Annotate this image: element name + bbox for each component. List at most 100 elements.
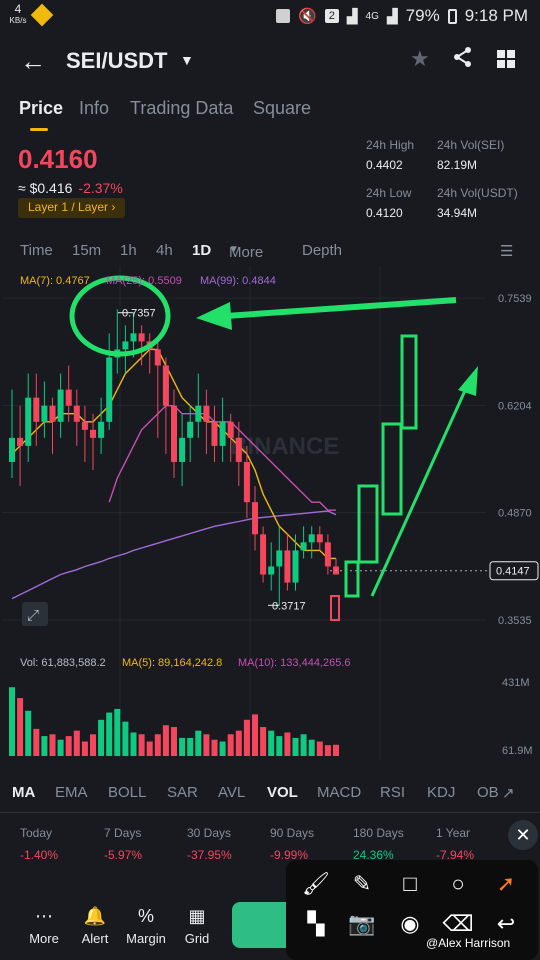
nav-more[interactable]: ⋯ More [19,906,69,946]
interval-1h[interactable]: 1h [120,242,137,259]
app-icon [276,9,291,23]
volume-bar [130,732,137,756]
chevron-right-icon: › [111,200,116,214]
ind-boll[interactable]: BOLL [108,784,146,801]
volume-bar [106,712,113,756]
vol-usdt-label: 24h Vol(USDT) [437,186,518,200]
pen-icon[interactable]: ✎ [346,868,378,900]
low-label: 24h Low [366,186,412,200]
status-bar: 4 KB/s 🔇 2 ▟ 4G ▟ 79% 9:18 PM [0,0,540,32]
indicator-settings-icon[interactable]: ↗ [502,784,515,802]
bell-icon: 🔔 [83,906,107,926]
candle-body [187,421,194,438]
candle-body [324,542,331,567]
category-tag[interactable]: Layer 1 / Layer › [18,198,126,218]
indicator-bar: MA EMA BOLL SAR AVL VOL MACD RSI KDJ OB … [0,780,540,808]
annotation-box [381,422,403,516]
ind-rsi[interactable]: RSI [380,784,405,801]
nav-grid[interactable]: ▦ Grid [172,906,222,946]
circle-icon[interactable]: ○ [442,868,474,900]
volume-bar [122,721,129,756]
ind-macd[interactable]: MACD [317,784,361,801]
tab-price[interactable]: Price [19,98,63,119]
volume-bar [162,725,169,756]
candle-body [90,429,96,438]
chart-settings-icon[interactable]: ☰ [500,242,513,260]
rectangle-icon[interactable]: □ [394,868,426,900]
volume-bottom-label: 61.9M [502,745,533,757]
volume-bar [73,730,80,756]
ind-ob[interactable]: OB [477,784,499,801]
annotation-arrow-line [225,297,457,319]
volume-bar [81,741,88,756]
candle-body [300,542,307,551]
credit-watermark: @Alex Harrison [426,936,511,950]
period-label-today: Today [20,826,53,840]
color-picker-icon[interactable]: ◉ [394,908,426,940]
volume-bar [268,730,275,756]
period-value-7d: -5.97% [104,848,143,862]
ind-ma[interactable]: MA [12,784,35,801]
ind-vol[interactable]: VOL [267,784,298,801]
period-label-1y: 1 Year [436,826,471,840]
chart-svg[interactable]: BINANCE 0.75390.62040.48700.3535431M61.9… [0,266,540,771]
ind-avl[interactable]: AVL [218,784,245,801]
volume-bar [187,737,194,756]
candle-body [308,534,315,543]
volume-bar [90,734,96,756]
tab-square[interactable]: Square [253,98,311,119]
nav-margin[interactable]: % Margin [121,906,171,946]
volume-bar [65,736,72,756]
network-type: 4G [365,10,379,22]
vol-sei-label: 24h Vol(SEI) [437,138,505,152]
volume-bar [260,727,267,756]
interval-time[interactable]: Time [20,242,53,259]
interval-4h[interactable]: 4h [156,242,173,259]
arrow-icon[interactable]: ➚ [490,868,522,900]
camera-icon[interactable]: 📷 [346,908,378,940]
y-tick-label: 0.3535 [498,615,532,627]
expand-icon: ⤢ [22,602,48,626]
close-icon[interactable]: ✕ [508,820,538,850]
candle-body [227,421,234,438]
volume-bar [41,736,48,756]
star-icon[interactable]: ★ [410,46,430,72]
category-tag-label: Layer 1 / Layer [28,200,109,214]
share-icon[interactable] [452,46,474,74]
tab-info[interactable]: Info [79,98,109,119]
pair-title[interactable]: SEI/USDT [66,48,167,74]
volume-bar [203,734,210,756]
high-label: 24h High [366,138,415,152]
interval-bar: Time 15m 1h 4h 1D More ▼ Depth ☰ [0,240,540,264]
back-arrow-icon[interactable]: ← [20,46,46,77]
chevron-down-icon[interactable]: ▼ [180,52,194,68]
tab-trading-data[interactable]: Trading Data [130,98,233,119]
interval-15m[interactable]: 15m [72,242,101,259]
candle-body [65,389,72,406]
signal-icon-2: ▟ [386,7,398,24]
volume-bar [179,737,186,756]
ind-sar[interactable]: SAR [167,784,198,801]
candle-body [195,405,202,422]
grid-menu-icon[interactable] [497,50,515,68]
candle-body [268,566,275,575]
ind-kdj[interactable]: KDJ [427,784,455,801]
mosaic-icon[interactable]: ▚ [300,908,332,940]
period-label-180d: 180 Days [353,826,404,840]
volume-bar [235,730,242,756]
volume-bar [195,730,202,756]
low-marker-label: 0.3717 [272,600,306,612]
top-tabs: Price Info Trading Data Square [0,96,540,132]
candlestick-chart[interactable]: BINANCE 0.7539 0.6204 0.4870 0.3535 431M 61.9… [0,266,540,771]
ind-ema[interactable]: EMA [55,784,88,801]
annotation-arrow-head [196,302,232,330]
brush-icon[interactable]: 🖌 [300,868,332,900]
nav-alert[interactable]: 🔔 Alert [70,906,120,946]
annotation-arrow-line-2 [370,383,470,597]
interval-depth[interactable]: Depth [302,242,342,259]
y-ticks: 0.7539 0.6204 0.4870 0.3535 431M 61.9M 0.4147 [330,293,539,757]
volume-bar [219,741,226,756]
nav-grid-label: Grid [184,931,210,946]
caret-down-icon: ▼ [229,244,239,255]
interval-1d[interactable]: 1D [192,242,211,259]
